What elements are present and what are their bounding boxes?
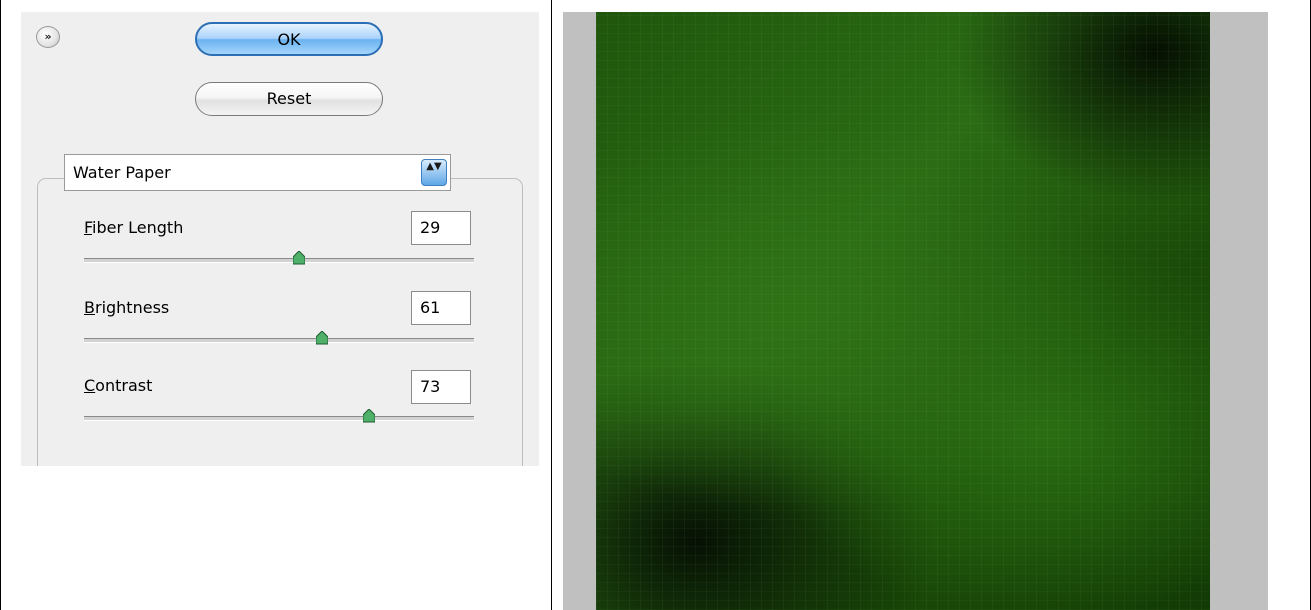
fiber-length-input[interactable]: 29 xyxy=(411,211,471,245)
slider-thumb-icon[interactable] xyxy=(315,331,328,345)
select-arrows-icon[interactable]: ▲▼ xyxy=(421,159,447,186)
filter-select[interactable]: Water Paper ▲▼ xyxy=(64,154,451,191)
water-paper-dialog: » OK Reset Water Paper ▲▼ Fiber Length 2… xyxy=(21,12,539,466)
contrast-label: Contrast xyxy=(84,376,153,395)
filter-select-value: Water Paper xyxy=(73,163,171,182)
fiber-length-label: Fiber Length xyxy=(84,218,184,237)
ok-button[interactable]: OK xyxy=(195,22,383,56)
preview-image xyxy=(596,12,1210,610)
brightness-label: Brightness xyxy=(84,298,170,317)
slider-thumb-icon[interactable] xyxy=(292,251,305,265)
reset-button[interactable]: Reset xyxy=(195,82,383,116)
brightness-input[interactable]: 61 xyxy=(411,291,471,325)
collapse-icon[interactable]: » xyxy=(36,26,60,48)
slider-thumb-icon[interactable] xyxy=(362,409,375,423)
document-cell-left: » OK Reset Water Paper ▲▼ Fiber Length 2… xyxy=(0,0,552,610)
brightness-slider[interactable] xyxy=(84,331,474,345)
fiber-length-slider[interactable] xyxy=(84,251,474,265)
contrast-slider[interactable] xyxy=(84,409,474,423)
contrast-input[interactable]: 73 xyxy=(411,370,471,404)
